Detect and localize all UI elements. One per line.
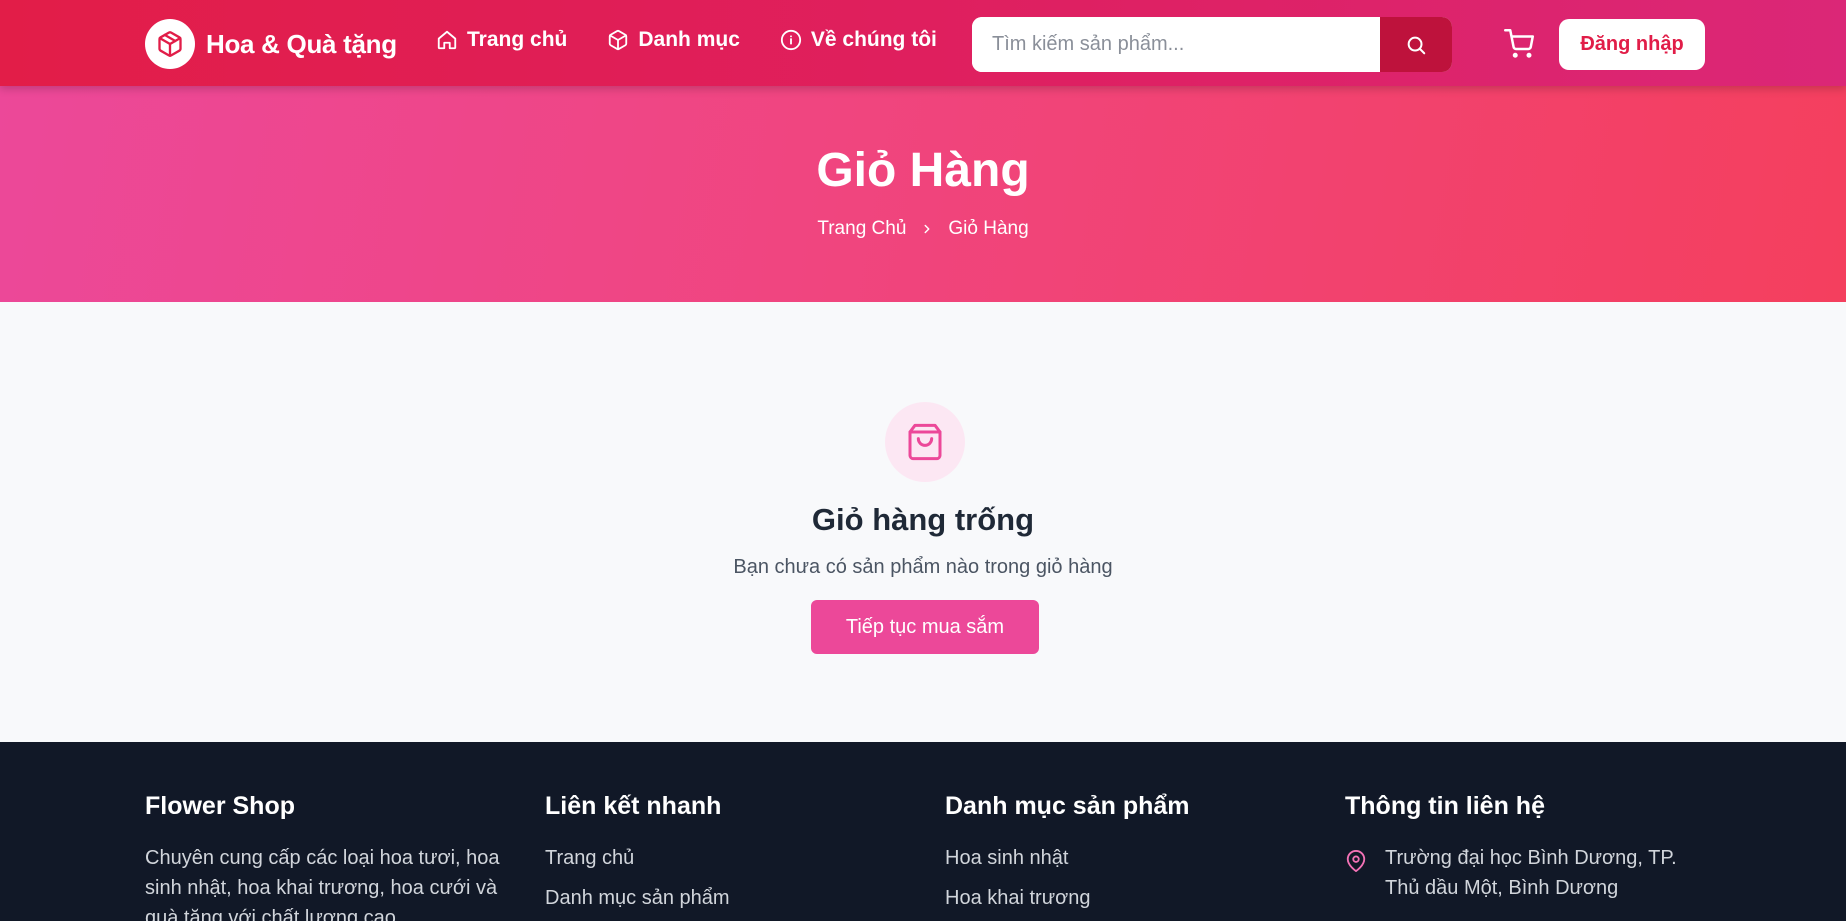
footer-about-text: Chuyên cung cấp các loại hoa tươi, hoa s… [145,847,500,921]
nav-link-categories[interactable]: Danh mục [607,28,740,52]
page-title: Giỏ Hàng [816,144,1030,197]
footer-about-title: Flower Shop [145,792,295,820]
info-icon [780,29,801,51]
empty-cart-title: Giỏ hàng trống [811,502,1035,537]
search-button[interactable] [1380,17,1452,72]
footer-address: Trường đại học Bình Dương, TP. Thủ dầu M… [1345,843,1705,903]
gift-box-icon [145,19,195,69]
footer-categories: Danh mục sản phẩm Hoa sinh nhật Hoa khai… [945,792,1305,921]
footer: Flower Shop Chuyên cung cấp các loại hoa… [0,742,1846,921]
navbar: Hoa & Quà tặng Trang chủ Danh mục Về chú… [0,0,1846,86]
footer-quick-links-title: Liên kết nhanh [545,792,722,820]
shopping-cart-icon [1504,29,1534,58]
footer-link-categories[interactable]: Danh mục sản phẩm [545,883,905,921]
box-icon [609,29,628,51]
chevron-right-icon [920,222,934,236]
nav-link-label: Danh mục [638,28,740,51]
cart-button[interactable] [1504,29,1534,64]
footer-about: Flower Shop Chuyên cung cấp các loại hoa… [145,792,505,921]
brand-name: Hoa & Quà tặng [206,28,397,59]
page-hero: Giỏ Hàng Trang Chủ Giỏ Hàng [0,86,1846,302]
footer-quick-links: Liên kết nhanh Trang chủ Danh mục sản ph… [545,792,905,921]
nav-link-about[interactable]: Về chúng tôi [780,28,937,52]
shopping-bag-icon [885,402,965,482]
nav-link-label: Trang chủ [467,28,568,51]
empty-cart-section: Giỏ hàng trống Bạn chưa có sản phẩm nào … [0,302,1846,742]
search-bar [972,17,1452,72]
map-pin-icon [1346,850,1366,872]
footer-address-text: Trường đại học Bình Dương, TP. Thủ dầu M… [1385,847,1677,899]
breadcrumb-current: Giỏ Hàng [948,218,1029,239]
continue-shopping-button[interactable]: Tiếp tục mua sắm [811,600,1039,654]
nav-link-home[interactable]: Trang chủ [436,28,567,52]
main-nav: Trang chủ Danh mục Về chúng tôi [436,28,977,52]
nav-link-label: Về chúng tôi [810,28,937,51]
breadcrumb-home-link[interactable]: Trang Chủ [817,218,906,240]
breadcrumb: Trang Chủ Giỏ Hàng [0,218,1846,240]
footer-categories-title: Danh mục sản phẩm [945,792,1190,820]
login-button[interactable]: Đăng nhập [1559,19,1705,70]
footer-link-home[interactable]: Trang chủ [545,843,905,883]
empty-cart-message: Bạn chưa có sản phẩm nào trong giỏ hàng [733,556,1113,578]
footer-link-opening-flowers[interactable]: Hoa khai trương [945,883,1305,921]
home-icon [437,30,457,50]
search-icon [1407,36,1426,54]
search-input[interactable] [972,17,1380,72]
footer-contact-title: Thông tin liên hệ [1345,792,1545,820]
footer-link-birthday-flowers[interactable]: Hoa sinh nhật [945,843,1305,883]
brand-logo[interactable]: Hoa & Quà tặng [145,19,397,69]
footer-contact: Thông tin liên hệ Trường đại học Bình Dư… [1345,792,1705,903]
